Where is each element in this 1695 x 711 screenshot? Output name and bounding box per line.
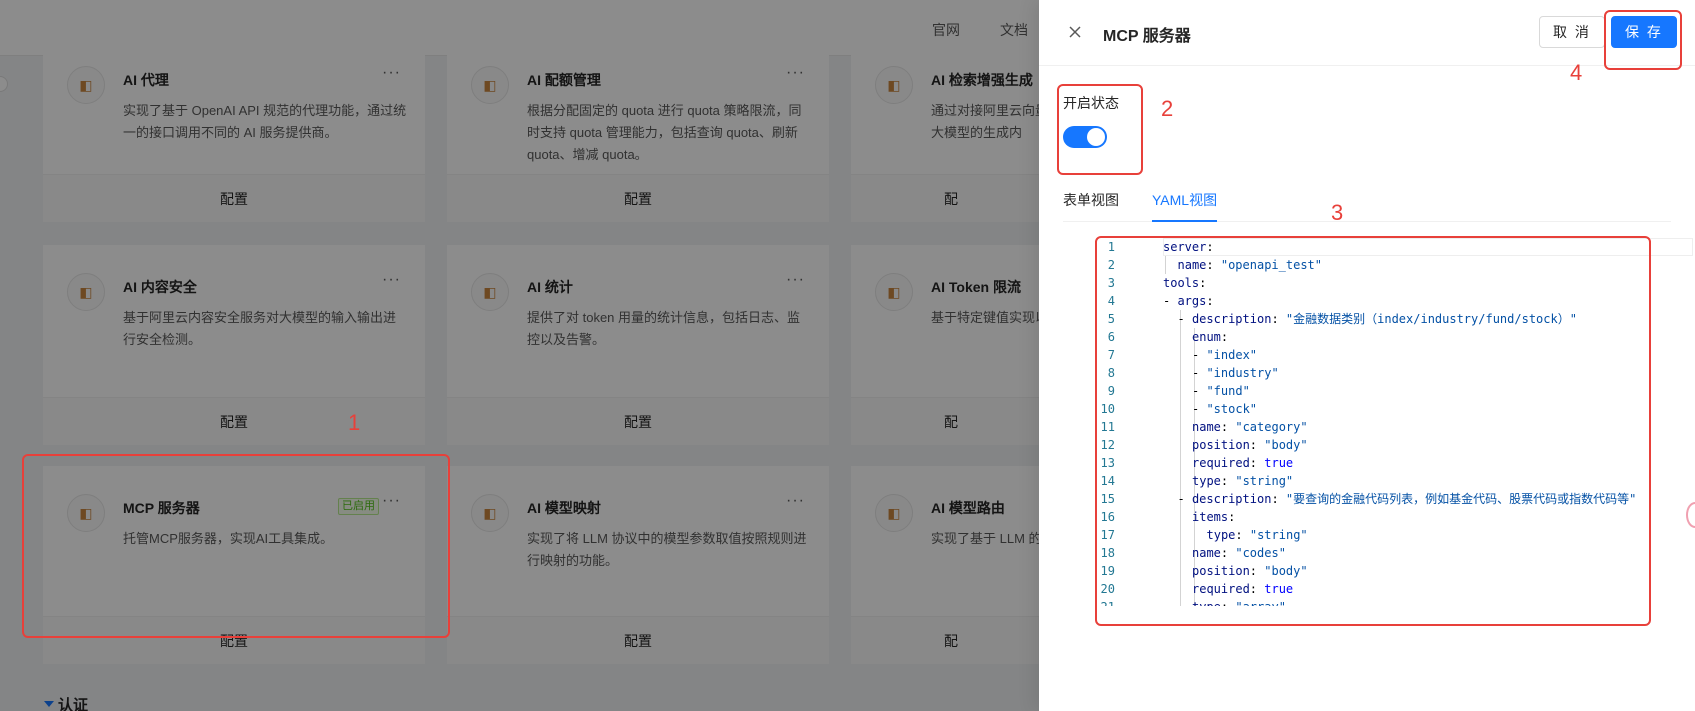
annotation-number-3: 3 xyxy=(1331,200,1344,225)
view-tabs: 表单视图 YAML视图 xyxy=(1063,182,1671,222)
annotation-number-1: 1 xyxy=(348,410,361,435)
active-tab-indicator xyxy=(1152,220,1217,222)
close-icon[interactable] xyxy=(1067,24,1083,40)
tab-yaml-view[interactable]: YAML视图 xyxy=(1152,190,1217,210)
tab-form-view[interactable]: 表单视图 xyxy=(1063,190,1119,210)
annotation-number-2: 2 xyxy=(1161,96,1174,121)
annotation-box-3 xyxy=(1095,236,1651,626)
drawer-header: MCP 服务器 取 消 保 存 xyxy=(1039,0,1695,66)
annotation-box-1 xyxy=(22,454,450,638)
annotation-box-2 xyxy=(1057,84,1143,175)
drawer-title: MCP 服务器 xyxy=(1103,28,1191,45)
cancel-button[interactable]: 取 消 xyxy=(1539,16,1605,48)
annotation-box-4 xyxy=(1604,10,1682,70)
annotation-number-4: 4 xyxy=(1570,60,1583,85)
